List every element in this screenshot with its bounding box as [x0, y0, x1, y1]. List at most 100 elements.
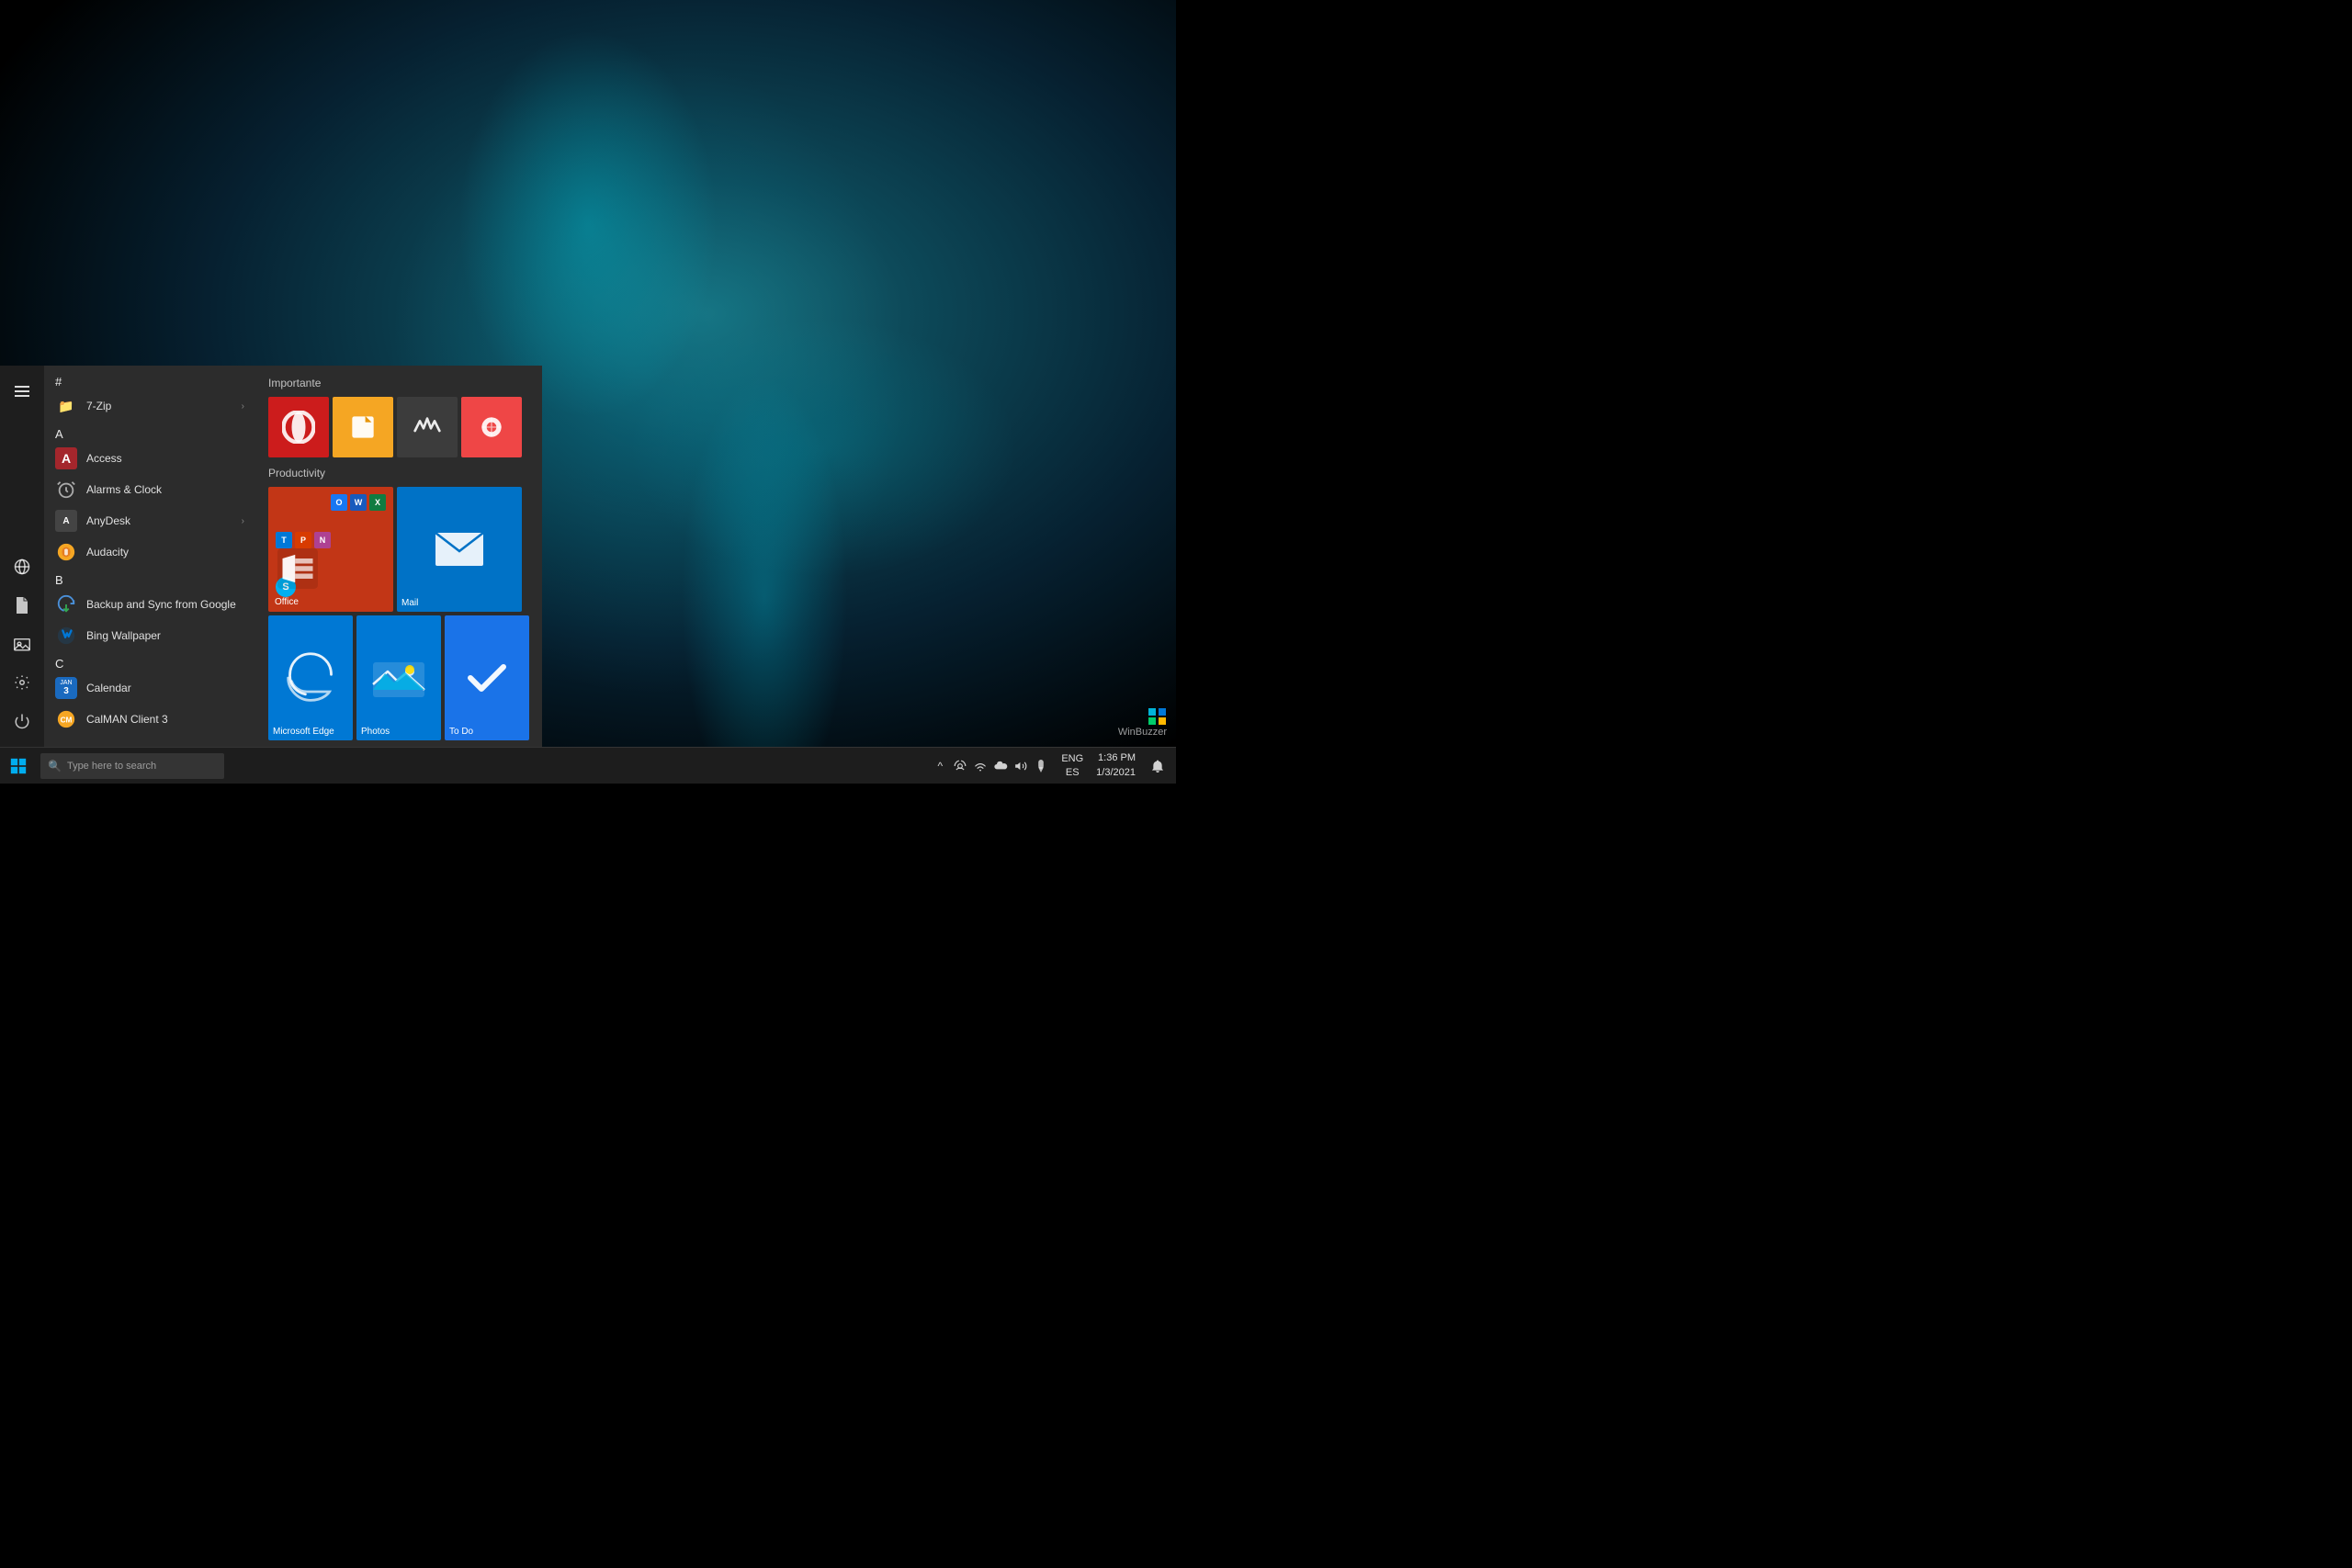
hamburger-menu-button[interactable]	[4, 373, 40, 410]
todo-logo	[461, 652, 513, 704]
taskbar-language[interactable]: ENG ES	[1056, 752, 1089, 779]
alpha-header-c: C	[44, 651, 255, 672]
start-menu: # 📁 7-Zip › A A Access Alarms & Clock	[0, 366, 542, 747]
access-label: Access	[86, 452, 244, 465]
mail-logo	[434, 531, 485, 568]
app-item-anydesk[interactable]: A AnyDesk ›	[44, 505, 255, 536]
winbuzzer-sq1	[1148, 708, 1156, 716]
app-item-audacity[interactable]: Audacity	[44, 536, 255, 568]
tile-office[interactable]: O W X T P N S	[268, 487, 393, 612]
tray-pen-icon[interactable]	[1032, 757, 1050, 775]
calendar-icon: JAN 3	[55, 677, 77, 699]
pen-icon	[1035, 760, 1046, 773]
taskbar-notification-button[interactable]	[1143, 748, 1172, 784]
app-item-access[interactable]: A Access	[44, 443, 255, 474]
sidebar-settings-icon-button[interactable]	[4, 664, 40, 701]
app-item-calendar[interactable]: JAN 3 Calendar	[44, 672, 255, 704]
calendar-label: Calendar	[86, 682, 244, 694]
backup-icon	[55, 593, 77, 615]
tile-mail-label: Mail	[401, 598, 418, 608]
start-button[interactable]	[0, 748, 37, 784]
notification-icon	[1151, 759, 1164, 773]
alpha-header-b: B	[44, 568, 255, 589]
cloud-icon	[993, 761, 1008, 772]
calman-label: CalMAN Client 3	[86, 713, 244, 726]
productivity-tiles-row-1: O W X T P N S	[268, 487, 529, 612]
tile-vmware[interactable]	[397, 397, 458, 457]
svg-text:CM: CM	[61, 716, 73, 725]
taskbar-lang-code: ENG	[1061, 752, 1083, 765]
tray-chevron-icon[interactable]: ^	[931, 757, 949, 775]
taskbar-search-bar[interactable]: 🔍 Type here to search	[40, 753, 224, 779]
tile-anydesk[interactable]	[461, 397, 522, 457]
alarms-label: Alarms & Clock	[86, 483, 244, 496]
winbuzzer-watermark: WinBuzzer	[1118, 708, 1167, 738]
wifi-icon	[974, 761, 987, 772]
teams-sub-icon: T	[276, 532, 292, 548]
7zip-arrow: ›	[242, 401, 244, 412]
tile-todo-label: To Do	[449, 727, 473, 737]
tile-todo[interactable]: To Do	[445, 615, 529, 740]
tray-wifi-icon[interactable]	[971, 757, 989, 775]
anydesk-arrow: ›	[242, 516, 244, 526]
audacity-icon	[55, 541, 77, 563]
app-item-bing-wallpaper[interactable]: Bing Wallpaper	[44, 620, 255, 651]
tray-cloud-icon[interactable]	[991, 757, 1010, 775]
tile-photos-label: Photos	[361, 727, 390, 737]
outlook-sub-icon: O	[331, 494, 347, 511]
anydesk-icon: A	[55, 510, 77, 532]
app-item-calman[interactable]: CM CalMAN Client 3	[44, 704, 255, 735]
taskbar-clock[interactable]: 1:36 PM 1/3/2021	[1089, 751, 1143, 780]
winbuzzer-sq4	[1159, 717, 1166, 725]
tile-mail[interactable]: Mail	[397, 487, 522, 612]
app-item-alarms[interactable]: Alarms & Clock	[44, 474, 255, 505]
section-importante-label: Importante	[268, 377, 529, 389]
sidebar-document-icon-button[interactable]	[4, 587, 40, 624]
app-item-7zip[interactable]: 📁 7-Zip ›	[44, 390, 255, 422]
audacity-label: Audacity	[86, 546, 244, 558]
tile-office-label: Office	[275, 597, 299, 607]
vmware-logo	[413, 412, 442, 442]
alpha-header-hash: #	[44, 369, 255, 390]
office-sub-icons: O W X	[276, 494, 386, 528]
bing-wallpaper-icon	[55, 625, 77, 647]
sidebar-power-icon-button[interactable]	[4, 703, 40, 739]
tile-photos[interactable]: Photos	[356, 615, 441, 740]
bing-wallpaper-label: Bing Wallpaper	[86, 629, 244, 642]
anydesk-logo	[477, 412, 506, 442]
taskbar: 🔍 Type here to search ^	[0, 747, 1176, 784]
taskbar-lang-region: ES	[1066, 766, 1080, 779]
photos-logo	[371, 655, 426, 701]
tray-volume-icon[interactable]	[1012, 757, 1030, 775]
sidebar-network-icon-button[interactable]	[4, 548, 40, 585]
sidebar-bottom	[4, 548, 40, 747]
network-icon	[954, 760, 967, 773]
7zip-icon: 📁	[55, 395, 77, 417]
tile-edge-label: Microsoft Edge	[273, 727, 334, 737]
tile-edge[interactable]: Microsoft Edge	[268, 615, 353, 740]
section-productivity-label: Productivity	[268, 467, 529, 479]
backup-label: Backup and Sync from Google	[86, 598, 244, 611]
edge-logo	[283, 650, 338, 705]
ppt-sub-icon: P	[295, 532, 311, 548]
volume-icon	[1014, 760, 1027, 773]
tile-opera[interactable]	[268, 397, 329, 457]
office-main-icon	[277, 548, 318, 593]
calman-icon: CM	[55, 708, 77, 730]
taskbar-search-placeholder: Type here to search	[67, 761, 156, 772]
taskbar-right: ^	[925, 748, 1176, 784]
winbuzzer-sq3	[1148, 717, 1156, 725]
sticky-notes-logo	[348, 412, 378, 442]
word-sub-icon: W	[350, 494, 367, 511]
app-list-panel: # 📁 7-Zip › A A Access Alarms & Clock	[44, 366, 255, 747]
tile-sticky-notes[interactable]	[333, 397, 393, 457]
anydesk-label: AnyDesk	[86, 514, 232, 527]
tray-network-icon[interactable]	[951, 757, 969, 775]
sidebar-photos-icon-button[interactable]	[4, 626, 40, 662]
access-icon: A	[55, 447, 77, 469]
taskbar-time: 1:36 PM	[1098, 751, 1136, 765]
office-logo-svg	[277, 548, 318, 589]
app-item-backup[interactable]: Backup and Sync from Google	[44, 589, 255, 620]
system-tray-icons: ^	[925, 757, 1056, 775]
taskbar-search-icon: 🔍	[48, 760, 62, 773]
